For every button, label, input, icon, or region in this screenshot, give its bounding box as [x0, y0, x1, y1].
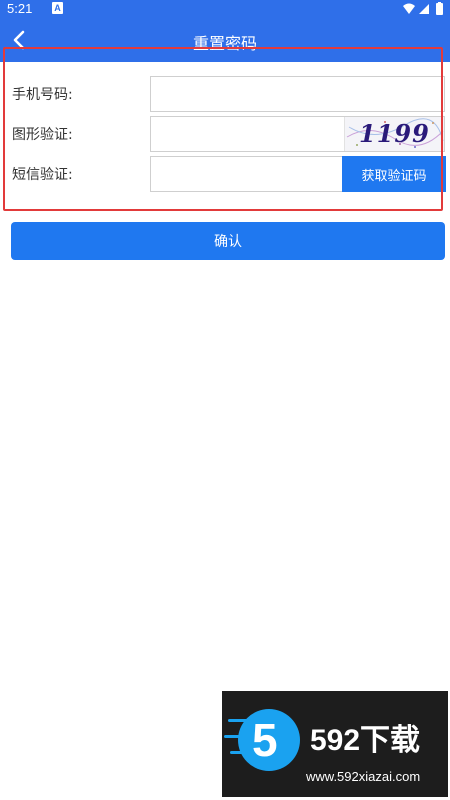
phone-input[interactable]: [150, 76, 445, 112]
notification-icon: A: [52, 2, 63, 14]
app-bar: 重置密码: [0, 18, 450, 62]
logo-digit: 5: [252, 714, 278, 766]
get-sms-code-button[interactable]: 获取验证码: [342, 156, 446, 192]
watermark-logo: 5 592下载 www.592xiazai.com: [222, 691, 448, 797]
signal-icon: [419, 4, 429, 14]
battery-icon: [436, 3, 443, 15]
page-title: 重置密码: [192, 34, 257, 53]
captcha-image[interactable]: 1199: [344, 117, 444, 151]
sms-label: 短信验证:: [12, 167, 73, 183]
sms-code-input[interactable]: [150, 156, 343, 192]
logo-url: www.592xiazai.com: [306, 769, 421, 784]
status-bar: 5:21 A: [0, 0, 450, 18]
captcha-row: 图形验证: 1199: [0, 116, 450, 152]
captcha-text: 1199: [359, 119, 430, 148]
logo-brand: 592下载: [310, 724, 421, 757]
sms-row: 短信验证: 获取验证码: [0, 156, 450, 192]
wifi-icon: [403, 3, 415, 14]
status-icons: [403, 2, 443, 15]
status-time: 5:21: [7, 1, 33, 16]
phone-row: 手机号码:: [0, 76, 450, 112]
confirm-button[interactable]: 确认: [11, 222, 445, 260]
phone-label: 手机号码:: [12, 87, 73, 103]
captcha-label: 图形验证:: [12, 127, 73, 143]
